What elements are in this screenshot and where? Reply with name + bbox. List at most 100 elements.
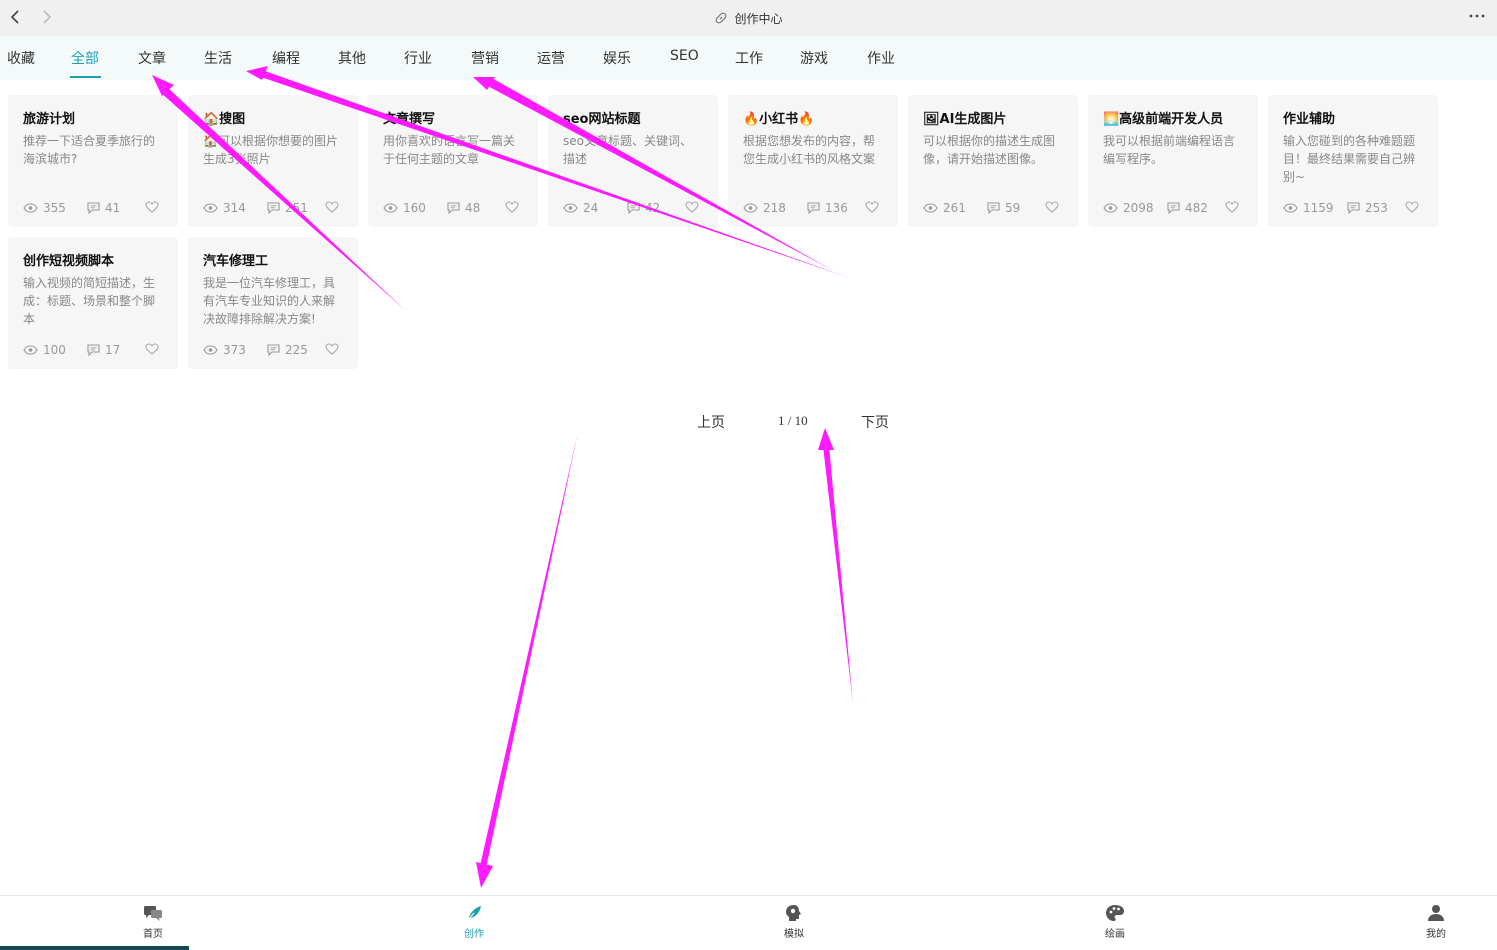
card-title: 🔥小红书🔥 <box>743 112 815 127</box>
heart-icon <box>685 201 699 213</box>
view-count: 355 <box>23 201 66 215</box>
prompt-card[interactable]: 🏠搜图 🏠可以根据你想要的图片生成3张照片 314 251 <box>188 95 358 227</box>
favorite-button[interactable] <box>1225 201 1239 213</box>
eye-icon <box>23 345 38 355</box>
bottom-nav-simulate[interactable]: 模拟 <box>764 904 824 940</box>
tab-entertainment[interactable]: 娱乐 <box>603 48 631 68</box>
comment-count-value: 136 <box>825 201 848 215</box>
prompt-card[interactable]: 🔥小红书🔥 根据您想发布的内容，帮您生成小红书的风格文案 218 136 <box>728 95 898 227</box>
favorite-button[interactable] <box>865 201 879 213</box>
feather-icon <box>466 906 481 922</box>
eye-icon <box>1103 203 1118 213</box>
view-count: 24 <box>563 201 598 215</box>
tab-seo[interactable]: SEO <box>670 48 699 64</box>
view-count: 160 <box>383 201 426 215</box>
prompt-card[interactable]: seo网站标题 seo文章标题、关键词、描述 24 42 <box>548 95 718 227</box>
next-page-button[interactable]: 下页 <box>861 412 889 432</box>
prompt-card[interactable]: 创作短视频脚本 输入视频的简短描述，生成：标题、场景和整个脚本 100 17 <box>8 237 178 369</box>
card-stats: 160 48 <box>383 201 523 217</box>
comment-icon <box>87 344 100 356</box>
eye-icon <box>203 203 218 213</box>
bottom-nav-paint[interactable]: 绘画 <box>1085 904 1145 940</box>
view-count-value: 355 <box>43 201 66 215</box>
view-count: 100 <box>23 343 66 357</box>
card-stats: 24 42 <box>563 201 703 217</box>
prompt-card[interactable]: 旅游计划 推荐一下适合夏季旅行的海滨城市? 355 41 <box>8 95 178 227</box>
arrow-to-create-nav <box>476 432 578 888</box>
tab-marketing[interactable]: 营销 <box>471 48 499 68</box>
prompt-card[interactable]: 汽车修理工 我是一位汽车修理工，具有汽车专业知识的人来解决故障排除解决方案! 373… <box>188 237 358 369</box>
comment-count-value: 59 <box>1005 201 1021 215</box>
prompt-card[interactable]: 🖼AI生成图片 可以根据你的描述生成图像，请开始描述图像。 261 59 <box>908 95 1078 227</box>
card-stats: 314 251 <box>203 201 343 217</box>
favorite-button[interactable] <box>325 343 339 355</box>
comment-count: 17 <box>87 343 120 357</box>
card-stats: 2098 482 <box>1103 201 1243 217</box>
bottom-progress-bar <box>0 946 189 950</box>
view-count-value: 24 <box>583 201 599 215</box>
window-title: 创作中心 <box>734 11 783 26</box>
card-description: 输入您碰到的各种难题题目！最终结果需要自己辨别~ <box>1283 134 1416 184</box>
comment-count-value: 42 <box>645 201 661 215</box>
bottom-nav-home[interactable]: 首页 <box>123 904 183 940</box>
tab-other[interactable]: 其他 <box>338 48 366 68</box>
eye-icon <box>743 203 758 213</box>
card-description: 我可以根据前端编程语言编写程序。 <box>1103 134 1236 166</box>
favorite-button[interactable] <box>145 343 159 355</box>
tab-games[interactable]: 游戏 <box>800 48 828 68</box>
card-title: 汽车修理工 <box>203 254 269 269</box>
tab-programming[interactable]: 编程 <box>272 48 300 68</box>
card-stats: 1159 253 <box>1283 201 1423 217</box>
prompt-card[interactable]: 文章撰写 用你喜欢的语言写一篇关于任何主题的文章 160 48 <box>368 95 538 227</box>
tab-work[interactable]: 工作 <box>735 48 763 68</box>
forward-button[interactable] <box>36 6 58 28</box>
tab-articles[interactable]: 文章 <box>138 48 166 68</box>
comment-count-value: 251 <box>285 201 308 215</box>
page-indicator: 1 / 10 <box>778 413 808 428</box>
comment-count: 42 <box>627 201 660 215</box>
card-stats: 355 41 <box>23 201 163 217</box>
favorite-button[interactable] <box>685 201 699 213</box>
card-stats: 218 136 <box>743 201 883 217</box>
favorite-button[interactable] <box>145 201 159 213</box>
favorite-button[interactable] <box>505 201 519 213</box>
comment-count-value: 253 <box>1365 201 1388 215</box>
bottom-nav-create[interactable]: 创作 <box>444 904 504 940</box>
favorite-button[interactable] <box>325 201 339 213</box>
tab-life[interactable]: 生活 <box>204 48 232 68</box>
card-title: 旅游计划 <box>23 112 76 127</box>
comment-count-value: 41 <box>105 201 121 215</box>
eye-icon <box>563 203 578 213</box>
heart-icon <box>145 201 159 213</box>
comment-icon <box>267 202 280 214</box>
view-count-value: 160 <box>403 201 426 215</box>
heart-icon <box>865 201 879 213</box>
prev-page-button[interactable]: 上页 <box>697 412 725 432</box>
card-stats: 373 225 <box>203 343 343 359</box>
comment-icon <box>627 202 640 214</box>
comment-count: 136 <box>807 201 848 215</box>
prompt-card[interactable]: 🌅高级前端开发人员 我可以根据前端编程语言编写程序。 2098 482 <box>1088 95 1258 227</box>
link-icon <box>716 12 727 24</box>
comment-count: 253 <box>1347 201 1388 215</box>
prompt-card[interactable]: 作业辅助 输入您碰到的各种难题题目！最终结果需要自己辨别~ 1159 253 <box>1268 95 1438 227</box>
favorite-button[interactable] <box>1045 201 1059 213</box>
tab-operations[interactable]: 运营 <box>537 48 565 68</box>
view-count: 2098 <box>1103 201 1154 215</box>
comment-count-value: 225 <box>285 343 308 357</box>
bottom-nav-mine[interactable]: 我的 <box>1406 904 1466 940</box>
comment-count-value: 48 <box>465 201 481 215</box>
favorite-button[interactable] <box>1405 201 1419 213</box>
tab-favorites[interactable]: 收藏 <box>7 48 35 68</box>
eye-icon <box>1283 203 1298 213</box>
window-title-wrap: 创作中心 <box>714 10 783 27</box>
view-count: 261 <box>923 201 966 215</box>
back-button[interactable] <box>4 6 26 28</box>
eye-icon <box>383 203 398 213</box>
bottom-nav-home-label: 首页 <box>143 929 163 940</box>
tab-industry[interactable]: 行业 <box>404 48 432 68</box>
more-options-button[interactable] <box>1465 4 1489 28</box>
heart-icon <box>1225 201 1239 213</box>
tab-all[interactable]: 全部 <box>71 48 99 68</box>
tab-homework[interactable]: 作业 <box>867 48 895 68</box>
